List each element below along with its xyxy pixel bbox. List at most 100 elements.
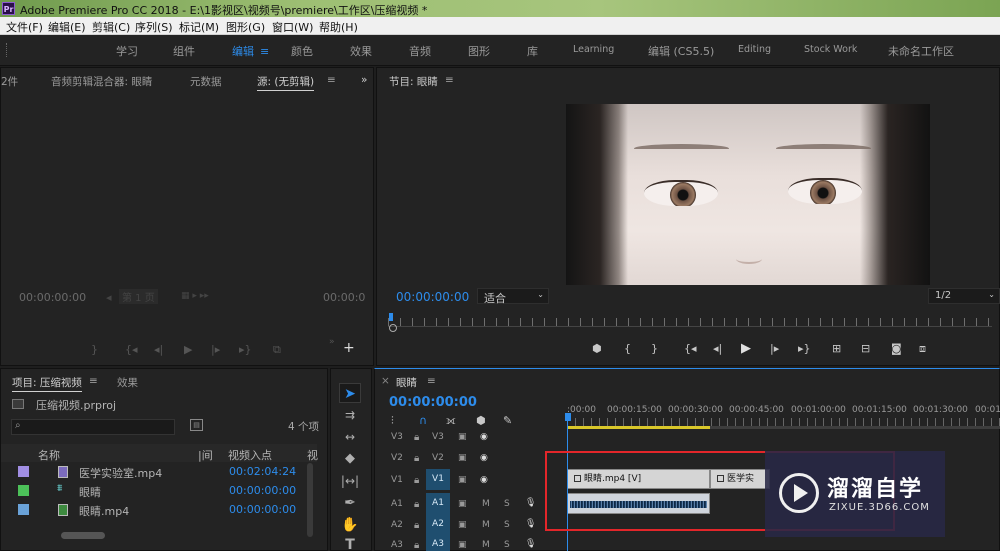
label-color-swatch[interactable] (18, 485, 29, 496)
close-icon[interactable]: × (381, 375, 390, 387)
workspace-stock-work[interactable]: Stock Work (804, 44, 857, 55)
add-marker-icon[interactable]: ⬢ (592, 342, 602, 355)
item-in-point[interactable]: 00:00:00:00 (229, 484, 296, 497)
item-in-point[interactable]: 00:02:04:24 (229, 465, 296, 478)
mark-out-icon[interactable]: } (651, 342, 658, 355)
track-target-a3[interactable]: A3 (426, 535, 450, 551)
tab-audio-clip-mixer[interactable]: 音频剪辑混合器: 眼睛 (51, 74, 152, 89)
snap-magnet-icon[interactable]: ∩ (419, 414, 427, 427)
workspace-libraries[interactable]: 库 (527, 43, 538, 59)
tab-partial[interactable]: 2件 (1, 74, 18, 89)
timeline-menu-icon[interactable]: ≡ (427, 375, 436, 387)
lock-icon[interactable]: 🔒︎ (414, 520, 419, 531)
column-video[interactable]: 视 (307, 447, 318, 463)
item-name[interactable]: 眼睛 (79, 484, 101, 500)
column-name[interactable]: 名称 (38, 447, 60, 463)
extract-icon[interactable]: ⊟ (861, 342, 870, 355)
timeline-time-ruler[interactable] (567, 418, 1000, 426)
microphone-icon[interactable]: 🎙︎ (525, 498, 536, 508)
microphone-icon[interactable]: 🎙︎ (525, 539, 536, 549)
sync-lock-icon[interactable]: ▣ (458, 499, 467, 509)
slip-tool-icon[interactable]: |↔| (339, 471, 361, 491)
workspace-assembly[interactable]: 组件 (173, 43, 195, 59)
sync-lock-icon[interactable]: ▣ (458, 520, 467, 530)
eye-icon[interactable]: ◉ (480, 475, 488, 485)
add-marker-icon[interactable]: ⬢ (476, 414, 486, 427)
overflow-chevron-icon[interactable]: » (361, 74, 367, 86)
new-bin-from-search-icon[interactable]: ▤ (190, 419, 203, 431)
column-video-in[interactable]: 视频入点 (228, 447, 272, 463)
workspace-untitled[interactable]: 未命名工作区 (888, 43, 954, 59)
item-name[interactable]: 眼睛.mp4 (79, 503, 129, 519)
track-source-label[interactable]: A2 (391, 520, 403, 530)
workspace-effects[interactable]: 效果 (350, 43, 372, 59)
menu-help[interactable]: 帮助(H) (319, 19, 358, 35)
fit-dropdown[interactable]: 适合 ⌄ (477, 288, 549, 305)
lock-icon[interactable]: 🔒︎ (414, 499, 419, 510)
razor-tool-icon[interactable]: ◆ (339, 449, 361, 469)
program-menu-icon[interactable]: ≡ (445, 74, 454, 86)
tab-source[interactable]: 源: (无剪辑) (257, 74, 315, 91)
step-back-icon[interactable]: ◂| (713, 342, 722, 355)
microphone-icon[interactable]: 🎙︎ (525, 519, 536, 529)
program-playhead-icon[interactable] (389, 313, 393, 321)
track-source-label[interactable]: A3 (391, 540, 403, 550)
menu-marker[interactable]: 标记(M) (179, 19, 219, 35)
menu-window[interactable]: 窗口(W) (272, 19, 313, 35)
hand-tool-icon[interactable]: ✋ (339, 515, 361, 535)
track-target-a1[interactable]: A1 (426, 493, 450, 514)
play-icon[interactable]: ▶ (741, 341, 751, 356)
tab-effects[interactable]: 效果 (117, 375, 138, 390)
resolution-dropdown[interactable]: 1/2 ⌄ (928, 288, 1000, 304)
program-timecode[interactable]: 00:00:00:00 (396, 290, 469, 304)
list-item[interactable]: ⩩ 眼睛 00:00:00:00 (1, 481, 317, 500)
track-source-label[interactable]: V3 (391, 432, 403, 442)
source-add-button-icon[interactable]: + (343, 340, 355, 356)
track-source-label[interactable]: A1 (391, 499, 403, 509)
menu-sequence[interactable]: 序列(S) (135, 19, 173, 35)
horizontal-scrollbar[interactable] (61, 532, 105, 539)
tab-metadata[interactable]: 元数据 (190, 74, 222, 89)
track-select-tool-icon[interactable]: ⇉ (339, 405, 361, 425)
goto-out-icon[interactable]: ▸} (798, 342, 811, 355)
lock-icon[interactable]: 🔒︎ (414, 453, 419, 464)
track-target-a2[interactable]: A2 (426, 514, 450, 535)
track-source-label[interactable]: V2 (391, 453, 403, 463)
selection-tool-icon[interactable]: ➤ (339, 383, 361, 403)
solo-button[interactable]: S (504, 499, 510, 509)
workspace-editing-cs55[interactable]: 编辑 (CS5.5) (648, 43, 714, 59)
workspace-editing-en[interactable]: Editing (738, 44, 771, 55)
list-item[interactable]: 医学实验室.mp4 00:02:04:24 (1, 462, 317, 481)
sync-lock-icon[interactable]: ▣ (458, 453, 467, 463)
list-item[interactable]: 眼睛.mp4 00:00:00:00 (1, 500, 317, 519)
settings-wrench-icon[interactable]: ✎ (503, 414, 512, 427)
solo-button[interactable]: S (504, 540, 510, 550)
step-forward-icon[interactable]: |▸ (770, 342, 779, 355)
workspace-color[interactable]: 颜色 (291, 43, 313, 59)
export-frame-camera-icon[interactable]: ◙ (891, 342, 902, 355)
sync-lock-icon[interactable]: ▣ (458, 475, 467, 485)
workspace-audio[interactable]: 音频 (409, 43, 431, 59)
source-timecode-out[interactable]: 00:00:0 (323, 291, 365, 304)
linked-selection-icon[interactable]: ⟗ (446, 414, 456, 428)
eye-icon[interactable]: ◉ (480, 432, 488, 442)
goto-in-icon[interactable]: {◂ (684, 342, 697, 355)
track-source-label[interactable]: V1 (391, 475, 403, 485)
ripple-edit-tool-icon[interactable]: ↔ (339, 427, 361, 447)
type-tool-icon[interactable]: T (339, 535, 361, 551)
sequence-tab[interactable]: 眼睛 (396, 375, 417, 390)
workspace-editing[interactable]: 编辑 ≡ (232, 43, 269, 59)
workspace-learning-en[interactable]: Learning (573, 44, 614, 55)
menu-file[interactable]: 文件(F) (6, 19, 43, 35)
lock-icon[interactable]: 🔒︎ (414, 540, 419, 551)
menu-graphics[interactable]: 图形(G) (226, 19, 265, 35)
mute-button[interactable]: M (482, 499, 490, 509)
workspace-menu-icon[interactable]: ≡ (260, 45, 269, 58)
lift-icon[interactable]: ⊞ (832, 342, 841, 355)
mark-in-icon[interactable]: { (624, 342, 631, 355)
program-time-ruler[interactable] (388, 318, 992, 326)
sync-lock-icon[interactable]: ▣ (458, 540, 467, 550)
track-target-label[interactable]: V3 (432, 432, 444, 442)
menu-clip[interactable]: 剪辑(C) (92, 19, 130, 35)
tab-project[interactable]: 项目: 压缩视频 (12, 375, 82, 392)
